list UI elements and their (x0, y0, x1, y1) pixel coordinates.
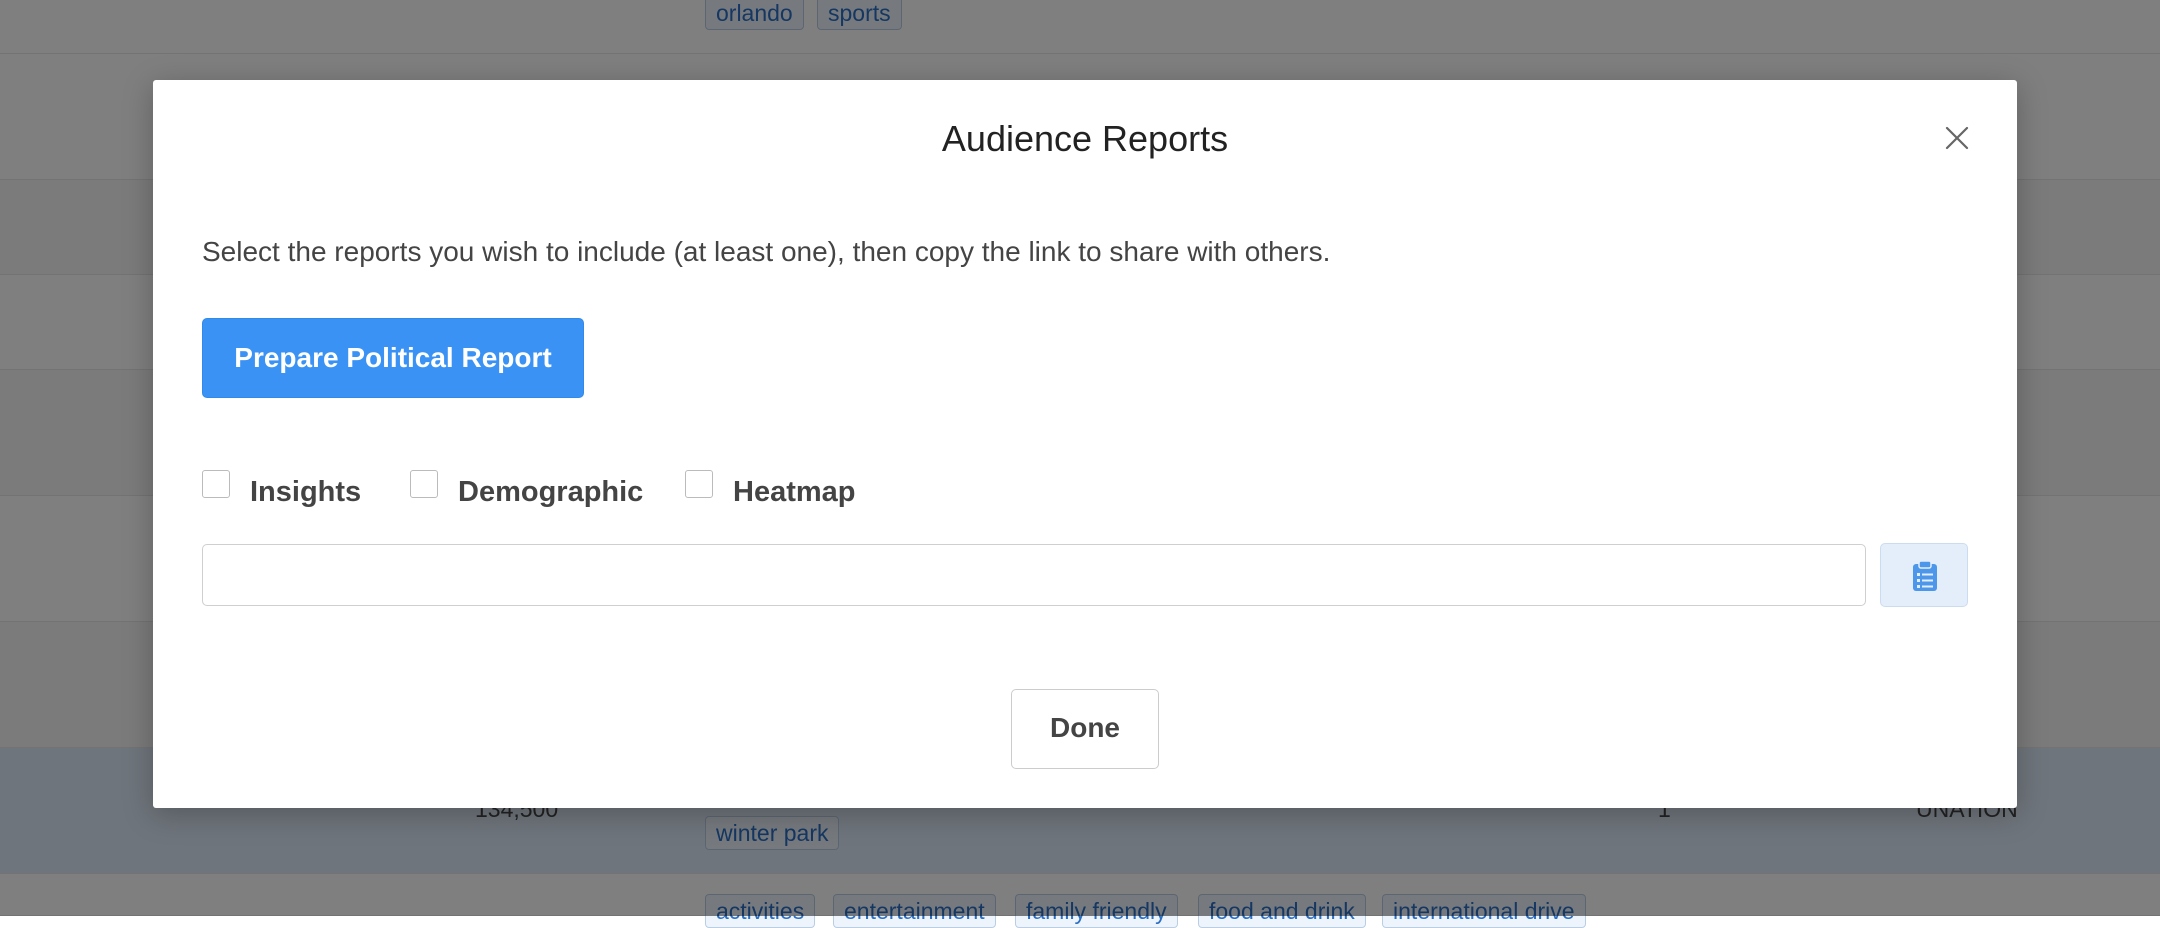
modal-title: Audience Reports (941, 118, 1229, 159)
audience-reports-modal: Audience Reports Select the reports you … (153, 80, 2017, 808)
share-link-input[interactable] (202, 544, 1866, 606)
checkbox-demographic-box[interactable] (410, 470, 438, 498)
checkbox-heatmap-box[interactable] (685, 470, 713, 498)
checkbox-heatmap-label[interactable]: Heatmap (733, 476, 856, 509)
checkbox-insights-box[interactable] (202, 470, 230, 498)
done-button[interactable]: Done (1011, 689, 1159, 769)
checkbox-demographic-label[interactable]: Demographic (458, 476, 643, 509)
modal-description: Select the reports you wish to include (… (202, 236, 1331, 267)
close-button[interactable] (1937, 118, 1977, 158)
close-icon (1945, 126, 1969, 150)
checkbox-insights-label[interactable]: Insights (250, 476, 361, 509)
prepare-political-report-button[interactable]: Prepare Political Report (202, 318, 584, 398)
copy-link-button[interactable] (1880, 543, 1968, 607)
clipboard-icon (1913, 560, 1937, 591)
